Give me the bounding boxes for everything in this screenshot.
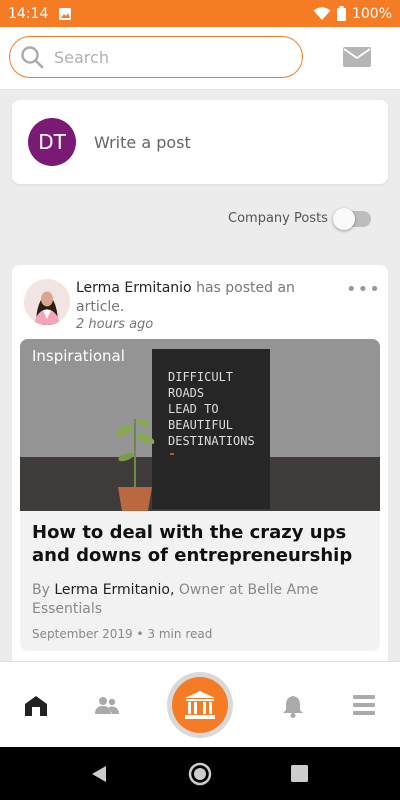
author-photo: [24, 279, 70, 325]
article-category: Inspirational: [32, 347, 125, 365]
status-bar: 14:14 100%: [0, 0, 400, 27]
meta-separator: •: [136, 627, 144, 641]
image-notification-icon: [59, 7, 72, 20]
svg-text:BEAUTIFUL: BEAUTIFUL: [168, 418, 233, 432]
write-post-prompt[interactable]: Write a post: [94, 133, 191, 152]
feed-post-card: Lerma Ermitanio has posted an article. 2…: [12, 265, 388, 665]
menu-icon[interactable]: [353, 695, 375, 715]
bell-icon[interactable]: [282, 694, 304, 718]
system-navigation-bar: [0, 747, 400, 800]
company-posts-toggle[interactable]: [333, 208, 371, 230]
bottom-navigation: [0, 661, 400, 748]
search-input[interactable]: [52, 46, 286, 68]
institution-button[interactable]: [167, 672, 233, 738]
status-time: 14:14: [8, 5, 49, 22]
author-name[interactable]: Lerma Ermitanio: [76, 280, 192, 296]
wifi-icon: [313, 6, 331, 20]
post-header-text: Lerma Ermitanio has posted an article.: [76, 279, 316, 317]
more-options-button[interactable]: •••: [346, 279, 381, 300]
author-avatar[interactable]: [24, 279, 70, 325]
toggle-knob: [333, 208, 355, 230]
mail-icon[interactable]: [343, 47, 371, 67]
people-icon[interactable]: [95, 696, 119, 714]
back-icon[interactable]: [91, 765, 107, 783]
company-posts-label: Company Posts: [228, 211, 328, 226]
article-preview[interactable]: DIFFICULT ROADS LEAD TO BEAUTIFUL DESTIN…: [20, 339, 380, 651]
post-time: 2 hours ago: [76, 317, 154, 332]
byline-prefix: By: [32, 582, 50, 598]
byline-author[interactable]: Lerma Ermitanio,: [54, 582, 174, 598]
svg-text:DESTINATIONS: DESTINATIONS: [168, 434, 255, 448]
user-avatar[interactable]: DT: [28, 118, 76, 166]
home-icon[interactable]: [24, 695, 48, 717]
search-box[interactable]: [9, 36, 303, 78]
battery-level: 100%: [351, 5, 392, 22]
article-read-time: 3 min read: [147, 627, 213, 641]
svg-text:DIFFICULT: DIFFICULT: [168, 370, 233, 384]
recents-icon[interactable]: [291, 765, 308, 782]
top-bar: [0, 27, 400, 90]
battery-icon: [336, 6, 346, 21]
article-meta: September 2019 • 3 min read: [32, 627, 212, 641]
institution-icon: [185, 691, 215, 719]
search-icon: [21, 46, 44, 69]
svg-text:ROADS: ROADS: [168, 386, 204, 400]
article-date: September 2019: [32, 627, 133, 641]
article-byline: By Lerma Ermitanio, Owner at Belle Ame E…: [32, 581, 362, 619]
home-circle-icon[interactable]: [188, 762, 212, 786]
write-post-card[interactable]: DT Write a post: [12, 100, 388, 184]
article-title[interactable]: How to deal with the crazy ups and downs…: [32, 521, 362, 567]
svg-text:LEAD TO: LEAD TO: [168, 402, 219, 416]
